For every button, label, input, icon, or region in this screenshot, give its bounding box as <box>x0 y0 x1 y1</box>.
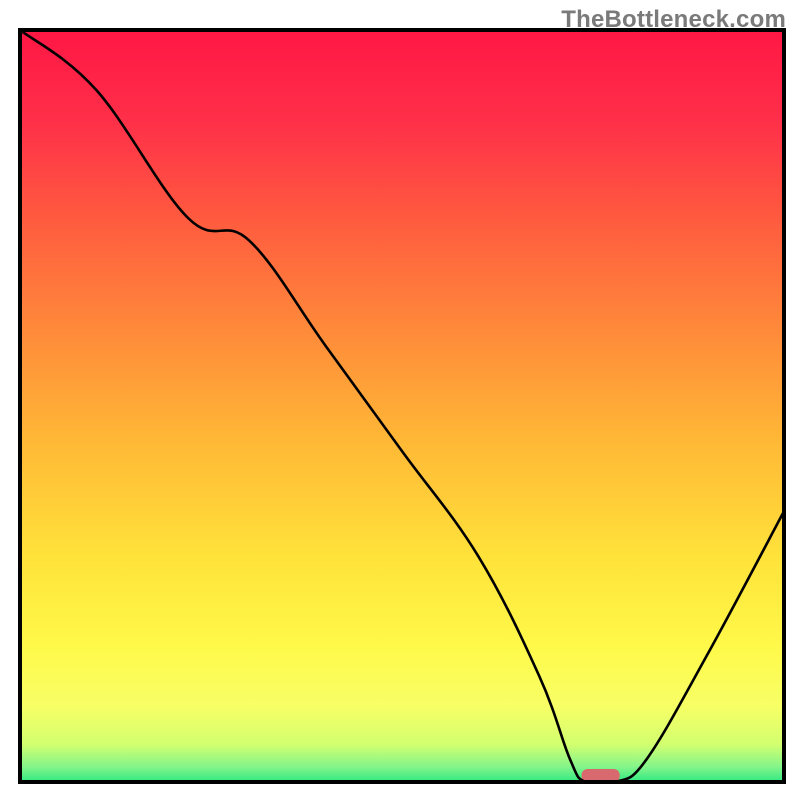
watermark-text: TheBottleneck.com <box>561 6 786 34</box>
bottleneck-chart <box>0 0 800 800</box>
chart-stage: TheBottleneck.com <box>0 0 800 800</box>
plot-area <box>20 30 784 785</box>
